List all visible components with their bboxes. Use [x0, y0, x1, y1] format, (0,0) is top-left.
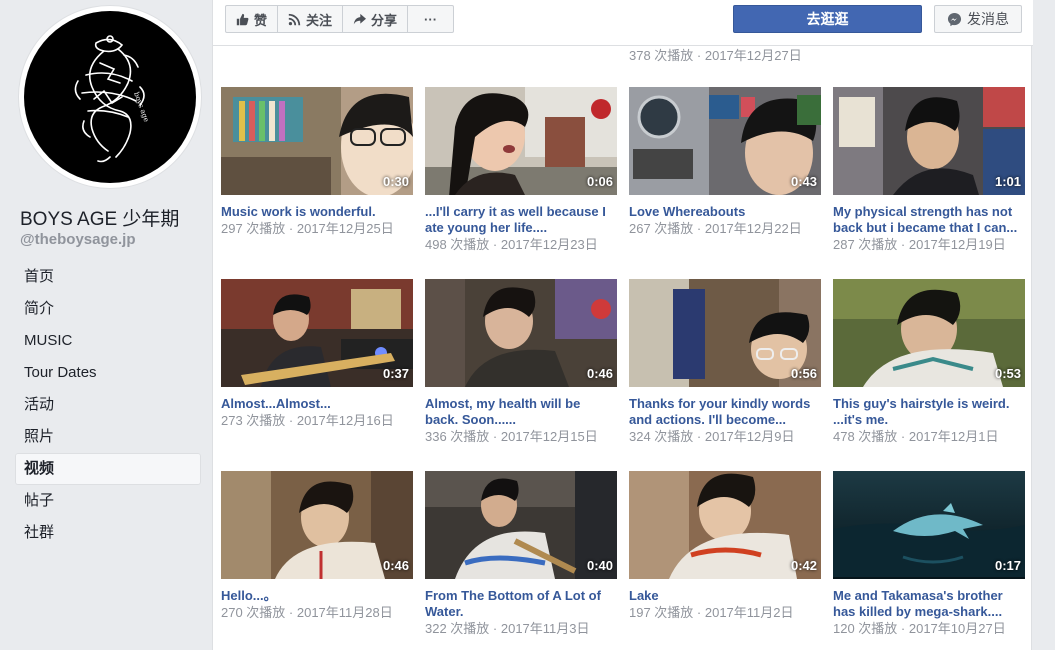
follow-label: 关注: [306, 12, 333, 28]
more-options-button[interactable]: ···: [408, 6, 453, 32]
left-sidebar: boys age BOYS AGE 少年期 @theboysage.jp 首页 …: [0, 0, 212, 650]
nav-item-home[interactable]: 首页: [15, 261, 201, 293]
video-card[interactable]: 0:42 Lake 197 次播放 · 2017年11月2日: [629, 471, 821, 621]
profile-picture-frame[interactable]: boys age: [19, 6, 201, 188]
video-thumbnail[interactable]: 1:01: [833, 87, 1025, 195]
video-duration: 0:46: [382, 558, 409, 573]
video-meta: 273 次播放 · 2017年12月16日: [221, 413, 394, 428]
video-thumbnail[interactable]: 0:30: [221, 87, 413, 195]
video-title[interactable]: Thanks for your kindly words and actions…: [629, 396, 821, 428]
page-username[interactable]: @theboysage.jp: [20, 231, 135, 248]
video-meta: 297 次播放 · 2017年12月25日: [221, 221, 394, 236]
video-card[interactable]: 0:43 Love Whereabouts 267 次播放 · 2017年12月…: [629, 87, 821, 237]
video-thumbnail[interactable]: 0:46: [425, 279, 617, 387]
follow-button[interactable]: 关注: [278, 6, 344, 32]
video-title[interactable]: This guy's hairstyle is weird. ...it's m…: [833, 396, 1025, 428]
video-meta: 336 次播放 · 2017年12月15日: [425, 429, 598, 444]
video-thumbnail[interactable]: 0:53: [833, 279, 1025, 387]
page-action-bar: 赞 关注 分享 ··· 去逛逛 发消息: [213, 0, 1033, 46]
send-message-label: 发消息: [967, 11, 1009, 27]
video-card[interactable]: 0:53 This guy's hairstyle is weird. ...i…: [833, 279, 1025, 445]
main-content: 赞 关注 分享 ··· 去逛逛 发消息 378 次播放 · 2017年12月27…: [212, 0, 1033, 650]
nav-item-tour-dates[interactable]: Tour Dates: [15, 357, 201, 389]
send-message-button[interactable]: 发消息: [934, 5, 1022, 33]
video-card[interactable]: 1:01 My physical strength has not back b…: [833, 87, 1025, 253]
page-actions-group: 赞 关注 分享 ···: [225, 5, 455, 33]
nav-item-community[interactable]: 社群: [15, 517, 201, 549]
messenger-icon: [947, 12, 962, 26]
nav-item-photos[interactable]: 照片: [15, 421, 201, 453]
video-title[interactable]: Music work is wonderful.: [221, 204, 413, 220]
like-button[interactable]: 赞: [226, 6, 279, 32]
share-label: 分享: [371, 12, 398, 28]
video-thumbnail[interactable]: 0:43: [629, 87, 821, 195]
video-title[interactable]: Almost, my health will be back. Soon....…: [425, 396, 617, 428]
video-duration: 0:06: [586, 174, 613, 189]
video-card[interactable]: 0:37 Almost...Almost... 273 次播放 · 2017年1…: [221, 279, 413, 429]
page-navigation: 首页 简介 MUSIC Tour Dates 活动 照片 视频 帖子 社群: [15, 261, 201, 549]
profile-picture-logo[interactable]: boys age: [24, 11, 196, 183]
video-thumbnail[interactable]: 0:17: [833, 471, 1025, 579]
video-meta: 478 次播放 · 2017年12月1日: [833, 429, 999, 444]
video-title[interactable]: Me and Takamasa's brother has killed by …: [833, 588, 1025, 620]
video-title[interactable]: My physical strength has not back but i …: [833, 204, 1025, 236]
like-label: 赞: [254, 12, 268, 28]
video-duration: 0:56: [790, 366, 817, 381]
nav-item-posts[interactable]: 帖子: [15, 485, 201, 517]
video-thumbnail[interactable]: 0:56: [629, 279, 821, 387]
video-title[interactable]: From The Bottom of A Lot of Water.: [425, 588, 617, 620]
video-title[interactable]: Love Whereabouts: [629, 204, 821, 220]
video-card[interactable]: 0:40 From The Bottom of A Lot of Water. …: [425, 471, 617, 637]
video-duration: 0:40: [586, 558, 613, 573]
page-title[interactable]: BOYS AGE 少年期: [20, 204, 179, 231]
video-thumbnail[interactable]: 0:42: [629, 471, 821, 579]
svg-text:boys age: boys age: [132, 91, 150, 123]
video-title[interactable]: Lake: [629, 588, 821, 604]
rss-icon: [288, 13, 301, 25]
video-title[interactable]: Almost...Almost...: [221, 396, 413, 412]
share-button[interactable]: 分享: [343, 6, 409, 32]
video-card[interactable]: 0:56 Thanks for your kindly words and ac…: [629, 279, 821, 445]
video-meta: 322 次播放 · 2017年11月3日: [425, 621, 590, 636]
more-label: ···: [424, 11, 438, 27]
video-thumbnail[interactable]: 0:06: [425, 87, 617, 195]
share-arrow-icon: [353, 13, 367, 24]
video-meta: 498 次播放 · 2017年12月23日: [425, 237, 598, 252]
video-duration: 0:30: [382, 174, 409, 189]
video-meta: 287 次播放 · 2017年12月19日: [833, 237, 1006, 252]
video-duration: 1:01: [994, 174, 1021, 189]
video-meta: 270 次播放 · 2017年11月28日: [221, 605, 393, 620]
video-title[interactable]: ...I'll carry it as well because I ate y…: [425, 204, 617, 236]
video-duration: 0:53: [994, 366, 1021, 381]
video-thumbnail[interactable]: 0:40: [425, 471, 617, 579]
video-duration: 0:46: [586, 366, 613, 381]
video-meta: 267 次播放 · 2017年12月22日: [629, 221, 802, 236]
nav-item-music[interactable]: MUSIC: [15, 325, 201, 357]
video-card[interactable]: 0:30 Music work is wonderful. 297 次播放 · …: [221, 87, 413, 237]
video-duration: 0:43: [790, 174, 817, 189]
video-card[interactable]: 0:46 Hello...。 270 次播放 · 2017年11月28日: [221, 471, 413, 621]
shop-now-button[interactable]: 去逛逛: [733, 5, 922, 33]
video-card[interactable]: 0:17 Me and Takamasa's brother has kille…: [833, 471, 1025, 637]
video-title[interactable]: Hello...。: [221, 588, 413, 604]
video-card[interactable]: 0:06 ...I'll carry it as well because I …: [425, 87, 617, 253]
video-card[interactable]: 0:46 Almost, my health will be back. Soo…: [425, 279, 617, 445]
video-duration: 0:17: [994, 558, 1021, 573]
video-duration: 0:37: [382, 366, 409, 381]
video-thumbnail[interactable]: 0:46: [221, 471, 413, 579]
nav-item-events[interactable]: 活动: [15, 389, 201, 421]
video-meta: 324 次播放 · 2017年12月9日: [629, 429, 795, 444]
video-meta: 120 次播放 · 2017年10月27日: [833, 621, 1006, 636]
nav-item-videos[interactable]: 视频: [15, 453, 201, 485]
video-duration: 0:42: [790, 558, 817, 573]
video-thumbnail[interactable]: 0:37: [221, 279, 413, 387]
video-meta: 197 次播放 · 2017年11月2日: [629, 605, 794, 620]
nav-item-about[interactable]: 简介: [15, 293, 201, 325]
previous-video-meta: 378 次播放 · 2017年12月27日: [629, 48, 802, 63]
thumbs-up-icon: [236, 13, 249, 25]
